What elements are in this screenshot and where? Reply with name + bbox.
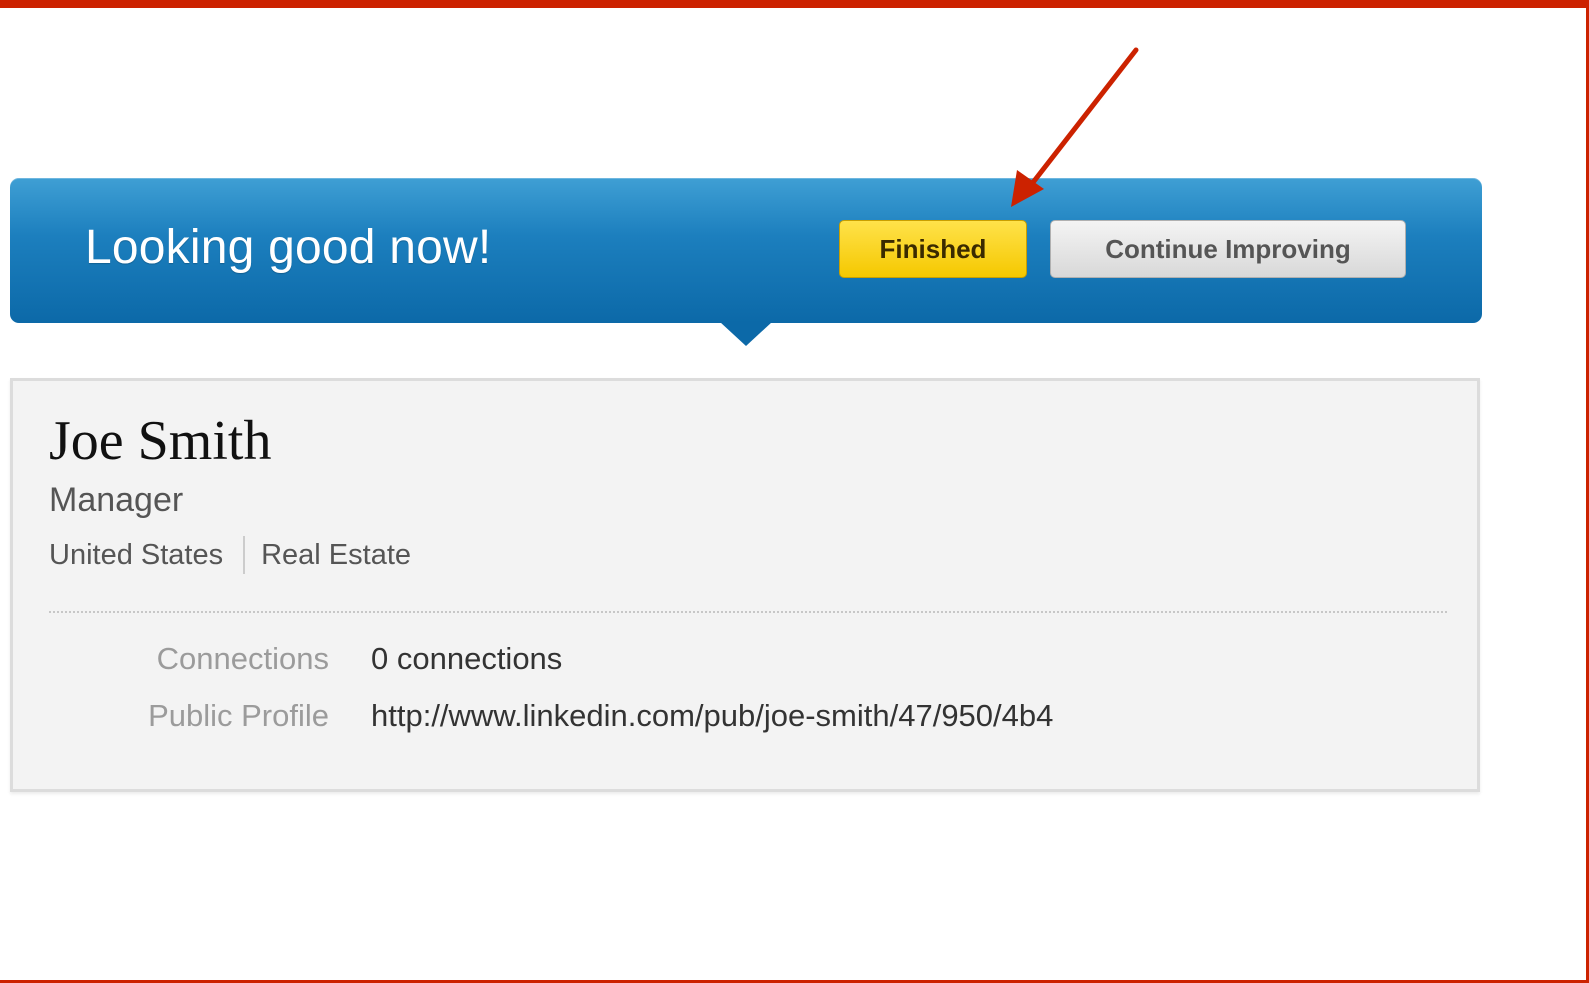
connections-row: Connections 0 connections [13, 641, 1483, 681]
profile-card: Joe Smith Manager United States Real Est… [10, 378, 1480, 792]
profile-industry: Real Estate [261, 538, 412, 571]
public-profile-url[interactable]: http://www.linkedin.com/pub/joe-smith/47… [371, 698, 1053, 734]
profile-location: United States [49, 538, 224, 571]
profile-headline: Manager [49, 481, 184, 519]
profile-name: Joe Smith [49, 410, 272, 472]
meta-separator [243, 536, 246, 574]
dotted-divider [49, 611, 1447, 613]
connections-label: Connections [156, 641, 329, 676]
profile-meta: United States Real Estate [49, 536, 411, 574]
connections-value: 0 connections [371, 641, 563, 676]
public-profile-row: Public Profile http://www.linkedin.com/p… [13, 698, 1483, 738]
public-profile-label: Public Profile [148, 698, 329, 733]
